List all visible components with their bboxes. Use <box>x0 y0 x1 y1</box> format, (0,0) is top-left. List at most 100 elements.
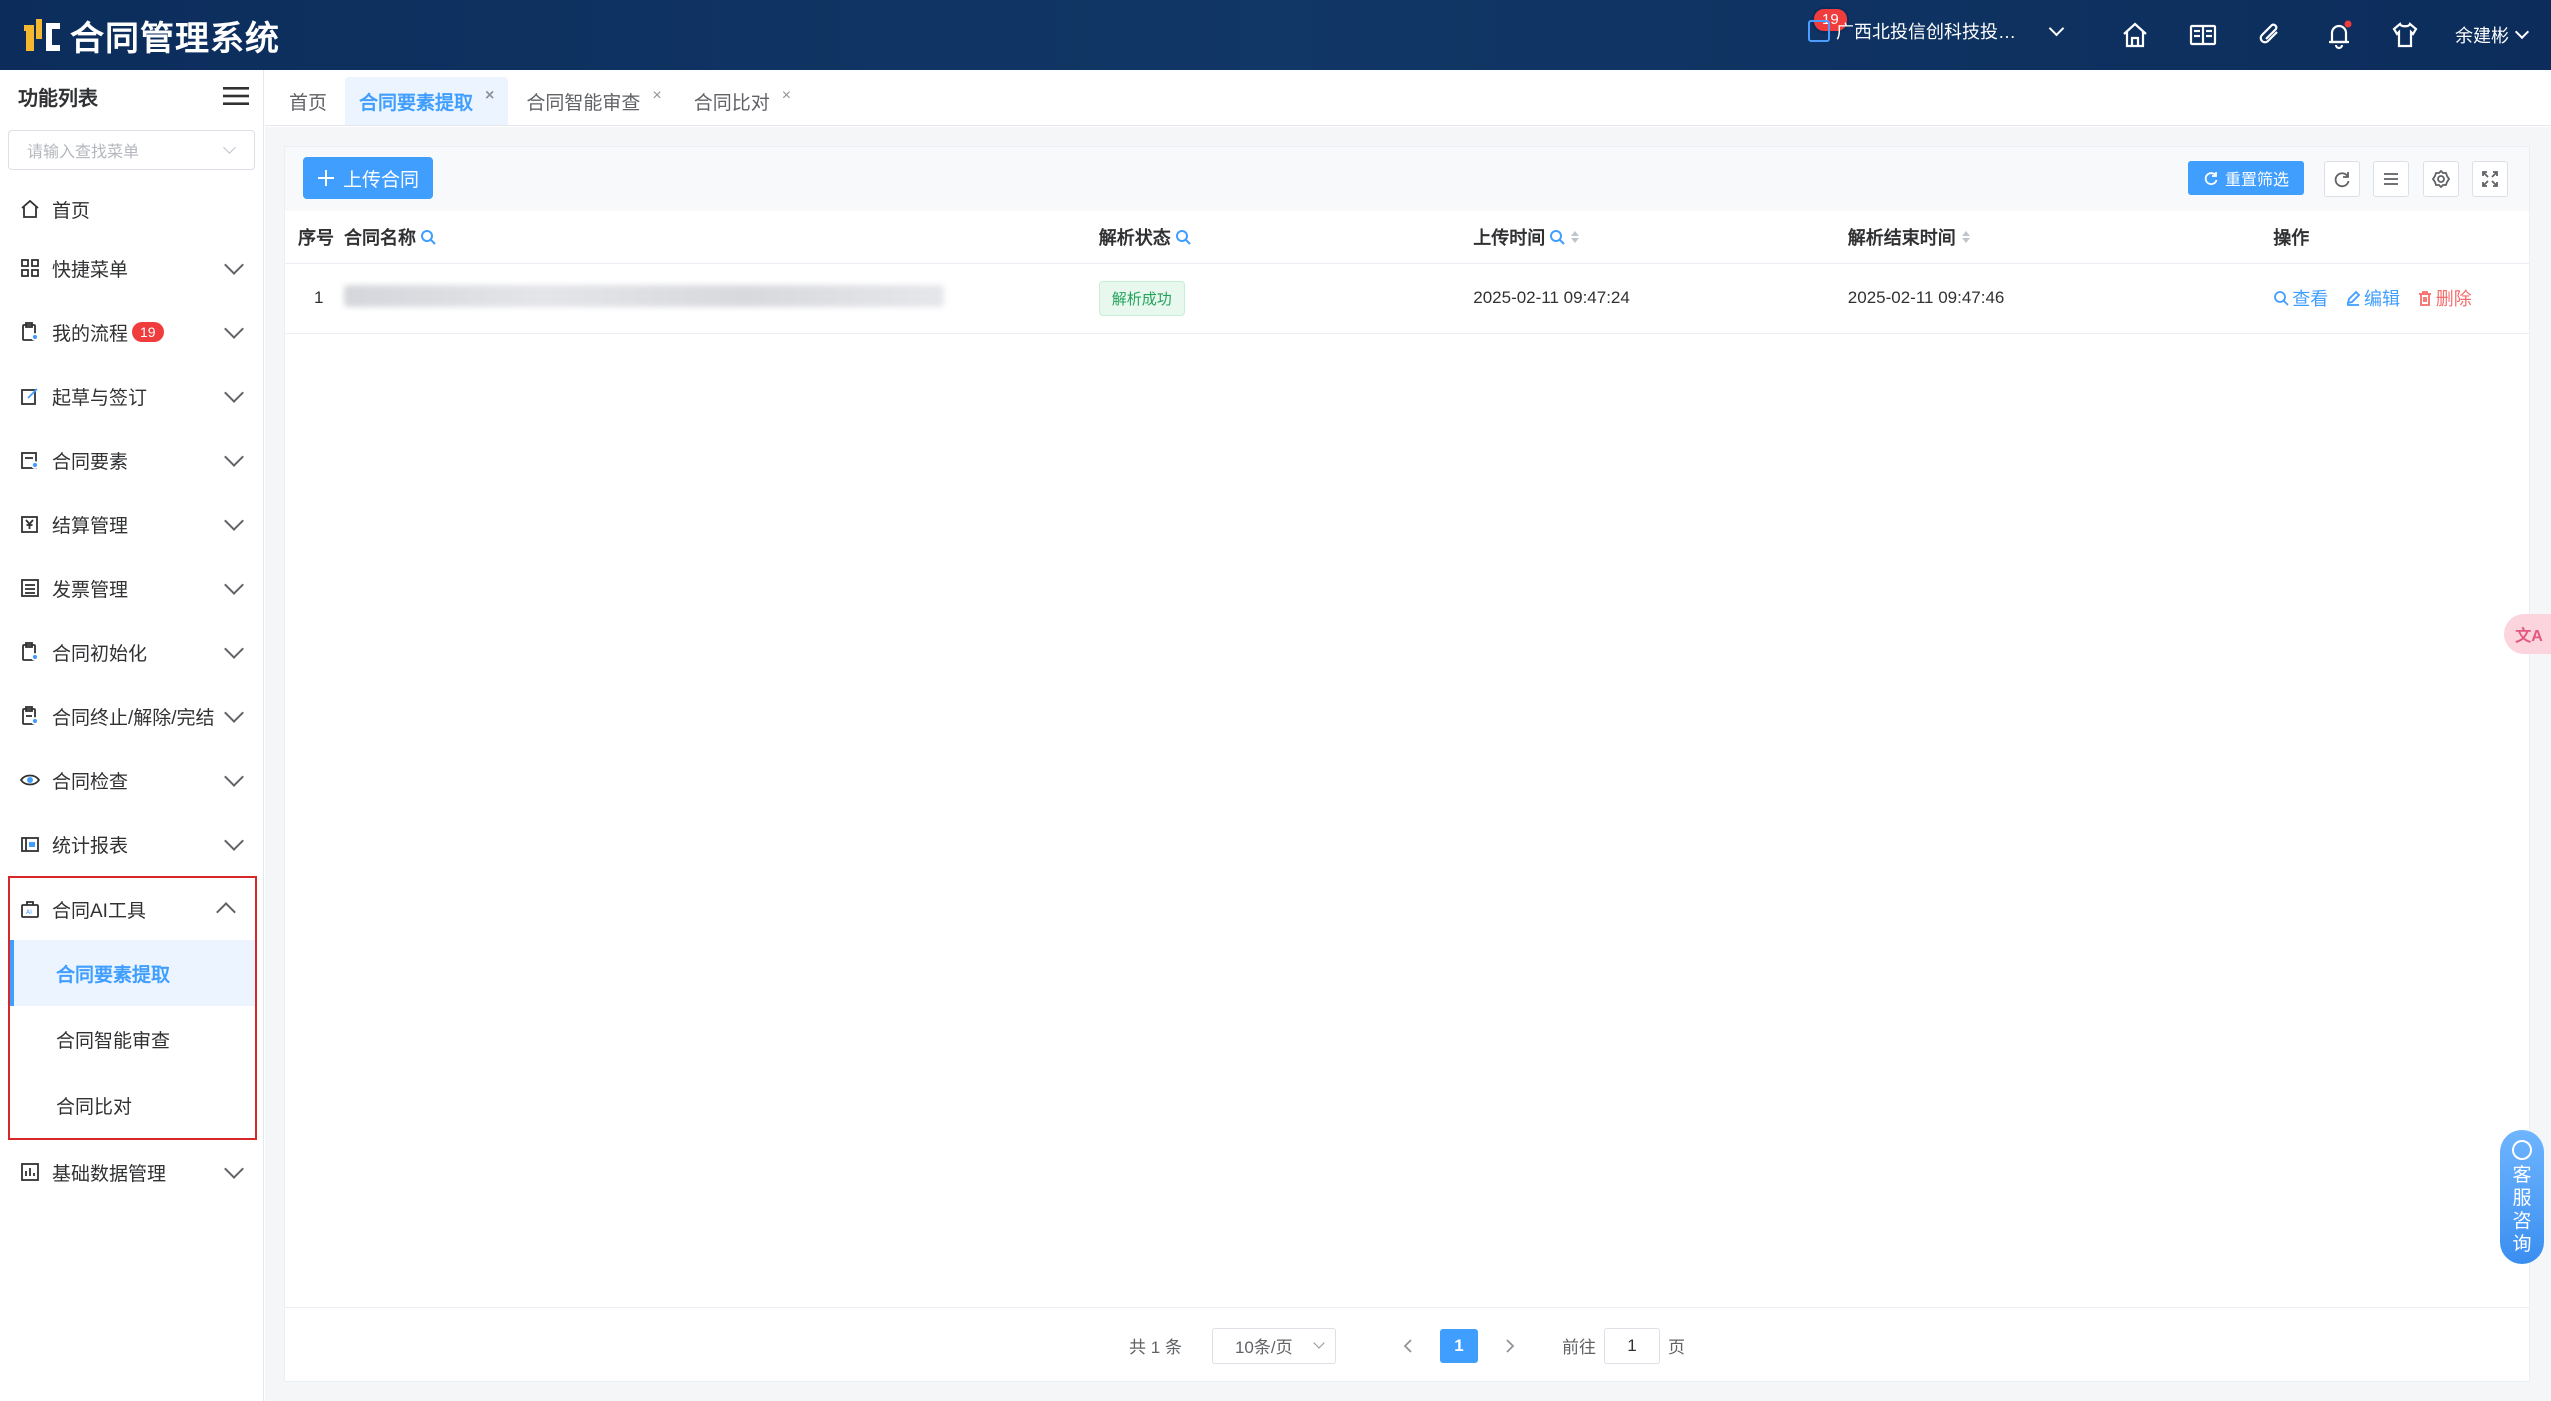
app-logo[interactable]: 合同管理系统 <box>20 11 280 60</box>
prev-page-button[interactable] <box>1390 1328 1426 1364</box>
sidebar-item-label: 快捷菜单 <box>52 259 129 281</box>
chevron-down-icon <box>2514 24 2530 40</box>
upload-contract-button[interactable]: 上传合同 <box>303 157 433 199</box>
ai-toolbox-icon: AI <box>21 901 39 918</box>
search-icon[interactable] <box>1175 229 1191 245</box>
sort-icon[interactable] <box>1960 229 1972 245</box>
current-page[interactable]: 1 <box>1439 1328 1478 1363</box>
sort-icon[interactable] <box>1569 229 1581 245</box>
tab-smart-review[interactable]: 合同智能审查 × <box>512 77 675 125</box>
sidebar-item-invoice[interactable]: 发票管理 <box>0 556 263 620</box>
view-label: 查看 <box>2292 289 2329 309</box>
sidebar-item-label: 合同初始化 <box>52 643 148 665</box>
sidebar-item-home[interactable]: 首页 <box>0 182 263 236</box>
home-icon[interactable] <box>2120 20 2150 50</box>
chevron-down-icon <box>2048 20 2065 36</box>
sidebar-item-label: 我的流程 <box>52 323 129 345</box>
page-size-select[interactable]: 10条/页 <box>1211 1327 1336 1364</box>
chevron-right-icon <box>1506 1338 1515 1353</box>
edit-icon <box>21 388 38 405</box>
goto-suffix: 页 <box>1667 1338 1685 1357</box>
column-settings-button[interactable] <box>2423 161 2459 197</box>
chevron-down-icon <box>224 767 244 787</box>
sidebar-subitem-compare[interactable]: 合同比对 <box>10 1072 255 1138</box>
sidebar-item-contract-terminate[interactable]: 合同终止/解除/完结 <box>0 684 263 748</box>
goto-page-input[interactable]: 1 <box>1603 1327 1660 1364</box>
delete-label: 删除 <box>2435 289 2472 309</box>
bell-icon[interactable] <box>2324 20 2354 50</box>
view-button[interactable]: 查看 <box>2273 285 2328 311</box>
search-icon[interactable] <box>420 229 436 245</box>
sidebar-item-label: 合同AI工具 <box>52 900 146 922</box>
cell-index: 1 <box>285 263 344 334</box>
sidebar-subitem-smart-review[interactable]: 合同智能审查 <box>10 1006 255 1072</box>
close-icon[interactable]: × <box>652 87 661 105</box>
delete-button[interactable]: 删除 <box>2417 285 2472 311</box>
status-badge: 解析成功 <box>1098 280 1185 316</box>
close-icon[interactable]: × <box>782 87 791 105</box>
tab-label: 合同比对 <box>693 92 770 114</box>
search-icon[interactable] <box>1549 229 1565 245</box>
cell-upload-time: 2025-02-11 09:47:24 <box>1473 263 1848 334</box>
sidebar-item-label: 基础数据管理 <box>52 1163 167 1185</box>
close-icon[interactable]: × <box>485 87 494 105</box>
sidebar-item-label: 合同终止/解除/完结 <box>52 707 215 729</box>
next-page-button[interactable] <box>1492 1328 1528 1364</box>
user-menu[interactable]: 余建彬 <box>2455 22 2533 48</box>
top-header: 合同管理系统 19 广西北投信创科技投资集... 余建彬 <box>0 0 2551 70</box>
user-name: 余建彬 <box>2455 26 2509 46</box>
refresh-button[interactable] <box>2324 161 2360 197</box>
company-selector[interactable]: 广西北投信创科技投资集... <box>1808 18 2078 44</box>
reset-filter-button[interactable]: 重置筛选 <box>2188 161 2304 195</box>
sidebar-item-label: 起草与签订 <box>52 387 148 409</box>
blurred-contract-name <box>343 284 944 307</box>
sidebar-item-reports[interactable]: 统计报表 <box>0 812 263 876</box>
building-icon <box>1808 20 1830 42</box>
tab-element-extract[interactable]: 合同要素提取 × <box>345 77 509 125</box>
sidebar-item-settlement[interactable]: 结算管理 <box>0 492 263 556</box>
sidebar-item-contract-elements[interactable]: 合同要素 <box>0 428 263 492</box>
refresh-icon <box>2334 172 2350 188</box>
clipboard-check-icon <box>22 706 39 725</box>
cell-end-time: 2025-02-11 09:47:46 <box>1847 263 2274 334</box>
gear-icon <box>2432 170 2450 188</box>
tab-home[interactable]: 首页 <box>275 77 341 125</box>
plus-icon <box>317 170 334 186</box>
eye-icon <box>20 774 40 786</box>
service-char: 客 <box>2512 1165 2532 1186</box>
service-char: 服 <box>2512 1188 2532 1209</box>
edit-button[interactable]: 编辑 <box>2345 285 2400 311</box>
search-icon <box>2274 291 2289 306</box>
menu-toggle-icon[interactable] <box>223 85 249 107</box>
chevron-down-icon <box>224 831 244 851</box>
sidebar-item-label: 合同要素 <box>52 451 129 473</box>
translate-float-button[interactable]: 文A <box>2504 614 2551 654</box>
menu-search-input[interactable]: 请输入查找菜单 <box>8 130 255 170</box>
shirt-icon[interactable] <box>2390 20 2420 50</box>
tab-compare[interactable]: 合同比对 × <box>680 77 805 125</box>
sidebar-item-draft-sign[interactable]: 起草与签订 <box>0 364 263 428</box>
sidebar-item-quick-menu[interactable]: 快捷菜单 <box>0 236 263 300</box>
cell-contract-name[interactable] <box>343 263 1099 334</box>
list-icon <box>21 579 39 597</box>
sidebar-item-ai-tools[interactable]: AI 合同AI工具 <box>10 878 255 940</box>
sidebar-item-base-data[interactable]: 基础数据管理 <box>0 1140 263 1204</box>
chevron-down-icon <box>224 511 244 531</box>
sidebar-item-contract-check[interactable]: 合同检查 <box>0 748 263 812</box>
sidebar-item-contract-init[interactable]: 合同初始化 <box>0 620 263 684</box>
customer-service-button[interactable]: 客 服 咨 询 <box>2500 1130 2544 1264</box>
book-icon[interactable] <box>2188 20 2218 50</box>
fullscreen-button[interactable] <box>2472 161 2508 197</box>
chevron-down-icon <box>224 575 244 595</box>
upload-label: 上传合同 <box>342 169 419 191</box>
sidebar-item-my-process[interactable]: 我的流程 19 <box>0 300 263 364</box>
chevron-down-icon <box>1313 1336 1325 1349</box>
paperclip-icon[interactable] <box>2255 20 2285 50</box>
clipboard-icon <box>22 322 39 341</box>
column-header-end-time: 解析结束时间 <box>1847 211 2274 264</box>
chevron-down-icon <box>224 255 244 275</box>
reset-label: 重置筛选 <box>2224 172 2289 189</box>
contract-table: 序号 合同名称 解析状态 上传时间 解析结束时间 操作 1 解析成功 2025-… <box>285 211 2529 334</box>
sidebar-subitem-element-extract[interactable]: 合同要素提取 <box>10 940 255 1006</box>
density-button[interactable] <box>2373 161 2409 197</box>
